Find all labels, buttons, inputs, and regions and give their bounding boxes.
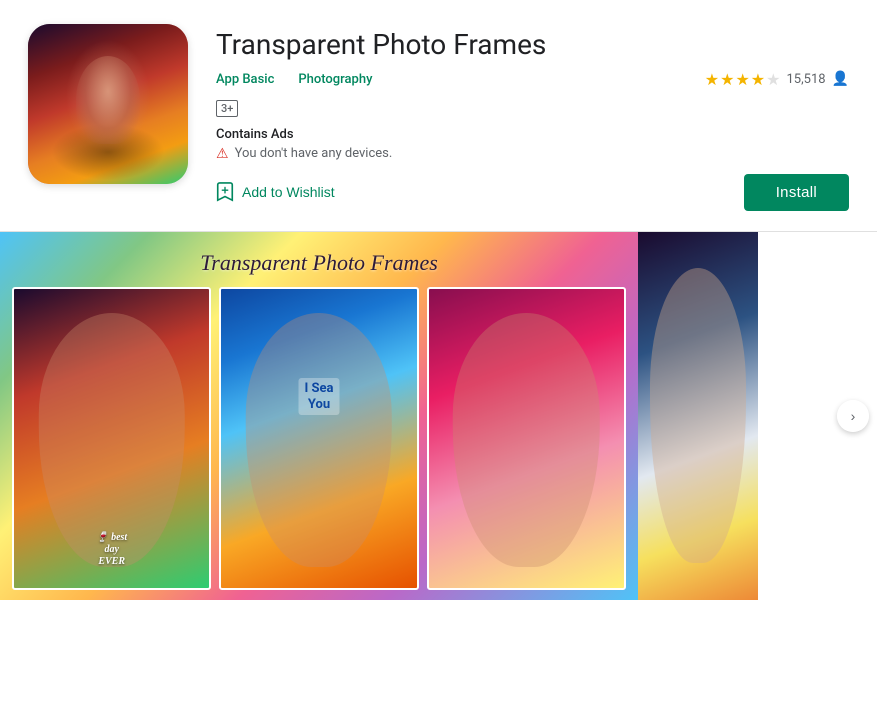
photo-frame-3: [427, 287, 626, 590]
app-header: Transparent Photo Frames App Basic Photo…: [0, 0, 877, 232]
warning-icon: ⚠: [216, 146, 229, 162]
wishlist-label: Add to Wishlist: [242, 184, 335, 200]
rating-count: 15,518: [786, 72, 825, 87]
photo-frame-2: I SeaYou: [219, 287, 418, 590]
photo-frames-row: 🍷 bestdayEVER I SeaYou: [12, 287, 626, 590]
install-button[interactable]: Install: [744, 174, 849, 211]
star-5: ★: [766, 70, 780, 89]
screenshots-container: Transparent Photo Frames 🍷 bestdayEVER I…: [0, 232, 877, 600]
screenshots-section: Transparent Photo Frames 🍷 bestdayEVER I…: [0, 232, 877, 600]
action-row: Add to Wishlist Install: [216, 174, 849, 211]
screenshot-title: Transparent Photo Frames: [0, 250, 638, 276]
user-icon: 👤: [832, 71, 849, 87]
star-3: ★: [735, 70, 749, 89]
chevron-right-icon: ›: [851, 408, 856, 424]
main-screenshot-bg: Transparent Photo Frames 🍷 bestdayEVER I…: [0, 232, 638, 600]
frame-2-text: I SeaYou: [298, 378, 339, 415]
partial-screenshot-bg: [638, 232, 758, 600]
partial-face: [650, 268, 746, 562]
photo-frame-1: 🍷 bestdayEVER: [12, 287, 211, 590]
frame-1-text: 🍷 bestdayEVER: [14, 532, 209, 568]
app-icon: [28, 24, 188, 184]
warning-text: You don't have any devices.: [235, 146, 393, 161]
wishlist-button[interactable]: Add to Wishlist: [216, 182, 335, 202]
warning-row: ⚠ You don't have any devices.: [216, 146, 849, 162]
star-4: ★: [751, 70, 765, 89]
bookmark-icon: [216, 182, 234, 202]
app-meta-row: App Basic Photography ★ ★ ★ ★ ★ 15,518 👤: [216, 70, 849, 89]
face-3: [453, 313, 599, 567]
next-screenshot-button[interactable]: ›: [837, 400, 869, 432]
app-title: Transparent Photo Frames: [216, 28, 849, 62]
age-badge: 3+: [216, 100, 238, 117]
app-info-panel: Transparent Photo Frames App Basic Photo…: [216, 24, 849, 211]
face-2: [246, 313, 392, 567]
star-1: ★: [705, 70, 719, 89]
app-developer-link[interactable]: App Basic: [216, 72, 274, 87]
star-rating: ★ ★ ★ ★ ★: [705, 70, 781, 89]
star-2: ★: [720, 70, 734, 89]
face-1: [38, 313, 184, 567]
contains-ads-label: Contains Ads: [216, 127, 849, 142]
screenshot-partial: [638, 232, 758, 600]
app-category-link[interactable]: Photography: [298, 72, 372, 87]
screenshot-main: Transparent Photo Frames 🍷 bestdayEVER I…: [0, 232, 638, 600]
rating-section: ★ ★ ★ ★ ★ 15,518 👤: [705, 70, 849, 89]
